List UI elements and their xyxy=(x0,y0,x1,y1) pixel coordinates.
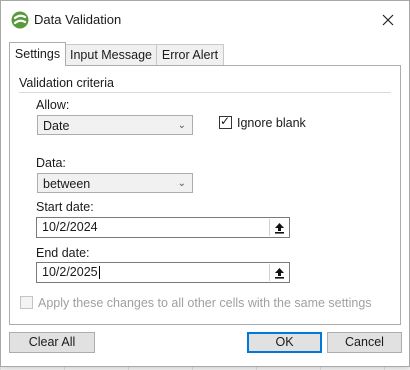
text-caret xyxy=(98,266,100,280)
checkmark-icon: ✓ xyxy=(220,114,231,128)
end-date-range-button[interactable] xyxy=(269,264,288,281)
end-date-label: End date: xyxy=(36,246,90,260)
allow-label: Allow: xyxy=(36,98,70,112)
cancel-button[interactable]: Cancel xyxy=(327,332,402,353)
start-date-value: 10/2/2024 xyxy=(42,220,98,234)
start-date-label: Start date: xyxy=(36,200,94,214)
data-select[interactable]: between ⌄ xyxy=(37,173,193,193)
apply-all-label: Apply these changes to all other cells w… xyxy=(38,296,372,310)
data-select-value: between xyxy=(43,177,91,191)
start-date-range-button[interactable] xyxy=(269,219,288,236)
validation-criteria-label: Validation criteria xyxy=(19,76,114,90)
range-select-icon xyxy=(274,267,284,279)
clear-all-button[interactable]: Clear All xyxy=(9,332,95,353)
ignore-blank-checkbox[interactable]: ✓ xyxy=(219,114,232,129)
range-select-icon xyxy=(274,222,284,234)
ok-button[interactable]: OK xyxy=(247,332,322,353)
app-logo-icon xyxy=(11,11,29,29)
chevron-down-icon: ⌄ xyxy=(177,120,186,131)
tab-settings[interactable]: Settings xyxy=(9,42,66,66)
data-label: Data: xyxy=(36,156,66,170)
start-date-input[interactable]: 10/2/2024 xyxy=(36,217,290,238)
apply-all-checkbox[interactable] xyxy=(20,296,33,309)
tab-error-alert[interactable]: Error Alert xyxy=(156,44,224,65)
dialog-title: Data Validation xyxy=(34,12,122,27)
close-button[interactable] xyxy=(375,7,401,33)
chevron-down-icon: ⌄ xyxy=(177,178,186,189)
section-divider xyxy=(19,92,391,93)
tab-input-message[interactable]: Input Message xyxy=(65,44,157,65)
allow-select-value: Date xyxy=(43,119,70,133)
settings-panel: Validation criteria Allow: Date ⌄ ✓ Igno… xyxy=(9,65,401,325)
end-date-value: 10/2/2025 xyxy=(42,265,98,279)
data-validation-dialog: Data Validation Settings Input Message E… xyxy=(0,0,410,367)
title-bar: Data Validation xyxy=(1,1,409,38)
ignore-blank-label: Ignore blank xyxy=(237,116,306,130)
end-date-input[interactable]: 10/2/2025 xyxy=(36,262,290,283)
allow-select[interactable]: Date ⌄ xyxy=(37,115,193,135)
close-icon xyxy=(382,14,394,26)
